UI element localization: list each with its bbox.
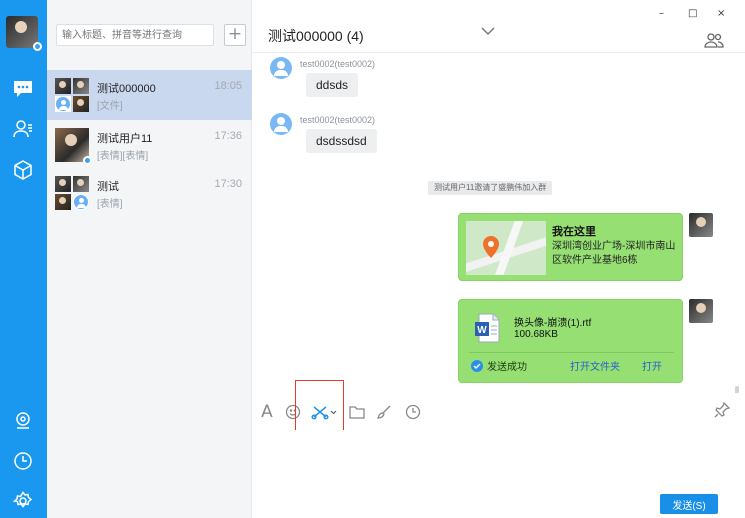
nav-apps-cube-icon[interactable] bbox=[10, 157, 36, 183]
message-sender: test0002(test0002) bbox=[300, 59, 376, 69]
nav-rail bbox=[0, 0, 47, 518]
word-document-icon: W bbox=[473, 312, 503, 349]
conversation-preview: [文件] bbox=[97, 101, 123, 112]
chat-title: 测试000000 (4) bbox=[268, 28, 364, 44]
file-status-text: 发送成功 bbox=[487, 362, 527, 373]
conversation-time: 17:30 bbox=[214, 178, 242, 190]
conversation-name: 测试 bbox=[97, 181, 119, 193]
map-thumbnail bbox=[466, 221, 546, 275]
add-button[interactable]: + bbox=[224, 24, 246, 46]
conversation-name: 测试用户11 bbox=[97, 133, 153, 145]
nav-contacts-icon[interactable] bbox=[10, 116, 36, 142]
history-clock-icon[interactable] bbox=[402, 401, 424, 423]
check-circle-icon bbox=[471, 359, 483, 372]
location-message[interactable]: 我在这里 深圳湾创业广场-深圳市南山区软件产业基地6栋 bbox=[458, 213, 683, 281]
conversation-item[interactable]: 测试用户11 17:36 [表情][表情] bbox=[47, 120, 252, 170]
maximize-button[interactable]: □ bbox=[688, 8, 697, 19]
file-message: W 换头像-崩溃(1).rtf 100.68KB 发送成功 打开文件夹 打开 bbox=[458, 299, 683, 383]
send-button[interactable]: 发送(S) bbox=[660, 494, 718, 514]
svg-text:W: W bbox=[477, 325, 487, 336]
folder-icon[interactable] bbox=[346, 401, 368, 423]
location-address: 深圳湾创业广场-深圳市南山区软件产业基地6栋 bbox=[552, 241, 676, 266]
conversation-name: 测试000000 bbox=[97, 83, 156, 95]
open-file-link[interactable]: 打开 bbox=[642, 358, 662, 373]
online-status-dot bbox=[83, 156, 92, 165]
system-notice: 测试用户11邀请了盛鹏伟加入群 bbox=[428, 181, 553, 195]
group-avatar bbox=[55, 78, 89, 112]
screenshot-tool-highlight bbox=[295, 380, 344, 436]
nav-chat-icon[interactable] bbox=[10, 76, 36, 102]
group-members-icon[interactable] bbox=[704, 32, 724, 53]
message-sender: test0002(test0002) bbox=[300, 115, 376, 125]
nav-history-clock-icon[interactable] bbox=[10, 448, 36, 474]
font-button[interactable]: A bbox=[256, 401, 278, 423]
conversation-item[interactable]: 测试000000 18:05 [文件] bbox=[47, 70, 252, 120]
file-size: 100.68KB bbox=[514, 329, 558, 340]
conversation-preview: [表情][表情] bbox=[97, 151, 149, 162]
file-divider bbox=[469, 352, 674, 353]
nav-location-icon[interactable] bbox=[10, 408, 36, 434]
shake-brush-icon[interactable] bbox=[373, 401, 395, 423]
user-icon bbox=[270, 57, 292, 79]
scrollbar[interactable] bbox=[735, 386, 739, 393]
my-avatar[interactable] bbox=[689, 213, 713, 237]
search-input[interactable] bbox=[56, 24, 214, 46]
conversation-list-panel: + 测试000000 18:05 [文件] 测试用户11 17:36 [表情][… bbox=[47, 0, 252, 518]
conversation-preview: [表情] bbox=[97, 199, 123, 210]
minimize-button[interactable]: – bbox=[659, 8, 664, 19]
chevron-down-icon[interactable] bbox=[480, 24, 496, 42]
file-status: 发送成功 bbox=[471, 358, 527, 373]
chat-panel: – □ × 测试000000 (4) test0002(test0002) dd… bbox=[252, 0, 745, 518]
close-button[interactable]: × bbox=[717, 8, 725, 19]
message-bubble[interactable]: ddsds bbox=[306, 73, 359, 97]
user-icon bbox=[270, 113, 292, 135]
file-name: 换头像-崩溃(1).rtf bbox=[514, 318, 592, 329]
group-avatar bbox=[55, 176, 89, 210]
user-avatar bbox=[55, 128, 92, 165]
location-title: 我在这里 bbox=[552, 226, 596, 238]
map-pin-icon bbox=[483, 236, 499, 258]
my-avatar[interactable] bbox=[689, 299, 713, 323]
pin-icon[interactable] bbox=[714, 401, 731, 423]
conversation-item[interactable]: 测试 17:30 [表情] bbox=[47, 168, 252, 218]
conversation-time: 17:36 bbox=[214, 130, 242, 142]
conversation-time: 18:05 bbox=[214, 80, 242, 92]
online-status-dot bbox=[33, 42, 42, 51]
message-list: test0002(test0002) ddsds test0002(test00… bbox=[252, 53, 745, 393]
message-bubble[interactable]: dsdssdsd bbox=[306, 129, 377, 153]
open-folder-link[interactable]: 打开文件夹 bbox=[570, 358, 620, 373]
nav-settings-gear-icon[interactable] bbox=[10, 488, 36, 514]
